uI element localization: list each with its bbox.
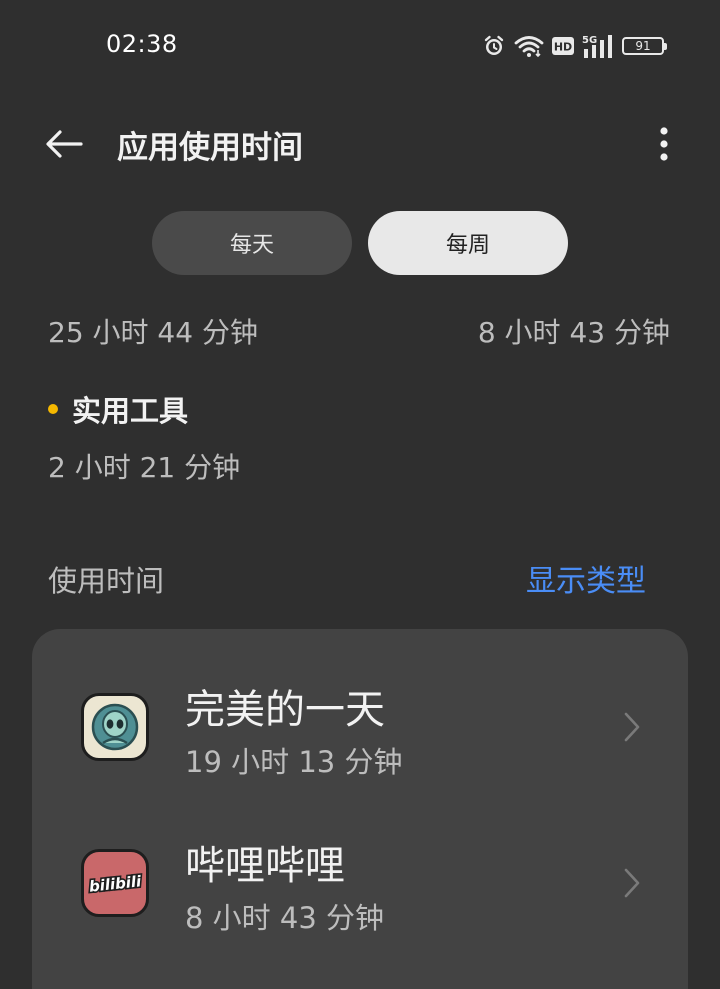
section-title: 使用时间 — [48, 564, 165, 598]
hd-label: HD — [554, 41, 572, 54]
period-segmented-control: 每天 每周 — [152, 211, 568, 275]
back-button[interactable] — [42, 122, 86, 166]
status-time: 02:38 — [106, 30, 178, 58]
status-icons: HD 5G 91 — [482, 32, 667, 60]
bilibili-logo-text: bilibili — [88, 872, 143, 895]
app-row-bilibili[interactable]: bilibili 哔哩哔哩 8 小时 43 分钟 — [32, 825, 688, 975]
arrow-left-icon — [46, 130, 83, 158]
alarm-icon — [482, 34, 506, 58]
alien-app-icon — [81, 693, 149, 761]
more-vertical-icon — [660, 127, 668, 161]
header: 应用使用时间 — [0, 110, 720, 174]
category-name: 实用工具 — [72, 394, 189, 428]
tab-daily[interactable]: 每天 — [152, 211, 352, 275]
app-time: 19 小时 13 分钟 — [185, 745, 403, 779]
chevron-right-icon — [620, 709, 644, 745]
category-time: 2 小时 21 分钟 — [48, 451, 241, 484]
battery-icon: 91 — [622, 37, 667, 55]
wifi-icon — [514, 34, 544, 58]
show-type-link[interactable]: 显示类型 — [526, 556, 646, 600]
category-dot — [48, 404, 58, 414]
chevron-right-icon — [620, 865, 644, 901]
tab-weekly[interactable]: 每周 — [368, 211, 568, 275]
bilibili-app-icon: bilibili — [81, 849, 149, 917]
app-time: 8 小时 43 分钟 — [185, 901, 385, 935]
more-button[interactable] — [652, 122, 676, 166]
app-name: 哔哩哔哩 — [185, 843, 345, 889]
hd-icon: HD — [552, 37, 574, 55]
battery-level: 91 — [635, 39, 651, 53]
network-label: 5G — [582, 35, 597, 46]
category-legend: 实用工具 — [48, 388, 188, 430]
app-usage-list: 完美的一天 19 小时 13 分钟 bilibili 哔哩哔哩 8 小时 43 … — [32, 629, 688, 989]
status-bar: 02:38 HD 5G 91 — [0, 0, 720, 90]
screen: 02:38 HD 5G 91 应用使用时间 每天 每周 25 小时 44 分钟 … — [0, 0, 720, 989]
total-time-left: 25 小时 44 分钟 — [48, 316, 258, 349]
app-row-perfect-day[interactable]: 完美的一天 19 小时 13 分钟 — [32, 669, 688, 819]
5g-signal-icon: 5G — [582, 33, 614, 59]
total-time-right: 8 小时 43 分钟 — [477, 316, 670, 349]
app-name: 完美的一天 — [185, 687, 385, 733]
page-title: 应用使用时间 — [117, 130, 303, 166]
